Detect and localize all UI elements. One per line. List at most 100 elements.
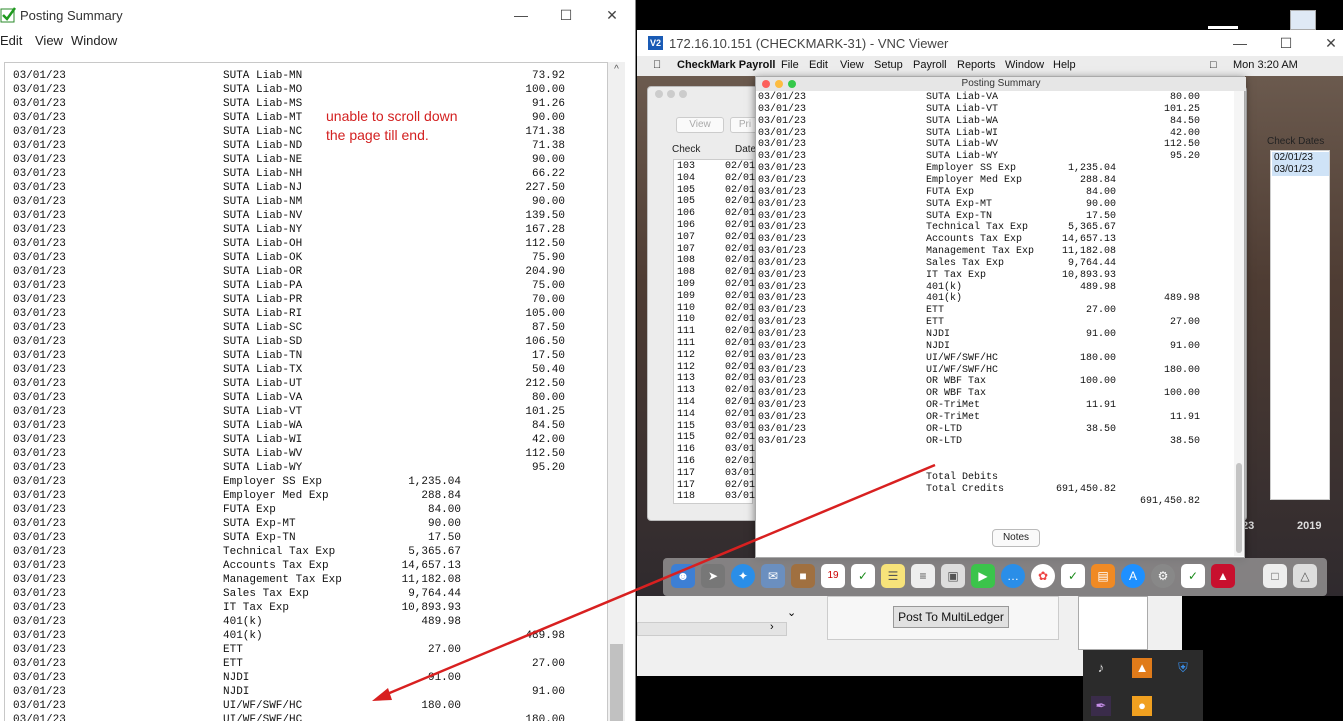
list-item[interactable]: 104 02/01 — [677, 173, 755, 185]
vnc-maximize-button[interactable]: ☐ — [1271, 32, 1301, 54]
defender-icon[interactable]: ⛨ — [1173, 658, 1193, 678]
table-row[interactable]: 03/01/23 SUTA Liab-RI 105.00 — [5, 307, 605, 321]
table-row[interactable]: 03/01/23 SUTA Liab-WI 42.00 — [756, 128, 1226, 140]
safari-icon[interactable]: ✦ — [731, 564, 755, 588]
menu-view[interactable]: View — [35, 33, 63, 48]
list-item[interactable]: 115 02/01 — [677, 432, 755, 444]
menu-window[interactable]: Window — [71, 33, 117, 48]
mail-icon[interactable]: ✉ — [761, 564, 785, 588]
contacts-icon[interactable]: ■ — [791, 564, 815, 588]
table-row[interactable]: 03/01/23 OR-LTD 38.50 — [756, 424, 1226, 436]
feather-icon[interactable]: ✒ — [1091, 696, 1111, 716]
checkmark-payroll-icon[interactable]: ✓ — [1061, 564, 1085, 588]
messages-icon[interactable]: … — [1001, 564, 1025, 588]
table-row[interactable]: 03/01/23 Sales Tax Exp 9,764.44 — [5, 587, 605, 601]
table-row[interactable]: 03/01/23 SUTA Liab-NY 167.28 — [5, 223, 605, 237]
table-row[interactable]: 03/01/23 ETT 27.00 — [5, 643, 605, 657]
menu-edit[interactable]: Edit — [0, 33, 22, 48]
table-row[interactable]: 03/01/23 UI/WF/SWF/HC 180.00 — [5, 713, 605, 721]
launchpad-icon[interactable]: ➤ — [701, 564, 725, 588]
menu-view[interactable]: View — [840, 59, 864, 71]
table-row[interactable]: 03/01/23 Employer Med Exp 288.84 — [5, 489, 605, 503]
minimize-dot[interactable] — [775, 80, 783, 88]
table-row[interactable]: 03/01/23 SUTA Liab-NH 66.22 — [5, 167, 605, 181]
table-row[interactable]: 03/01/23 UI/WF/SWF/HC 180.00 — [5, 699, 605, 713]
table-row[interactable]: 03/01/23 Management Tax Exp 11,182.08 — [756, 246, 1226, 258]
list-item[interactable]: 117 02/01 — [677, 480, 755, 492]
table-row[interactable]: 03/01/23 SUTA Liab-VT 101.25 — [756, 104, 1226, 116]
table-row[interactable]: 03/01/23 SUTA Liab-MO 100.00 — [5, 83, 605, 97]
list-item[interactable]: 112 02/01 — [677, 362, 755, 374]
zoom-dot[interactable] — [788, 80, 796, 88]
minimize-dot[interactable] — [667, 90, 675, 98]
table-row[interactable]: 03/01/23 SUTA Liab-MN 73.92 — [5, 69, 605, 83]
list-item[interactable]: 106 02/01 — [677, 208, 755, 220]
list-item[interactable]: 110 02/01 — [677, 303, 755, 315]
table-row[interactable]: 03/01/23 FUTA Exp 84.00 — [756, 187, 1226, 199]
table-row[interactable]: 03/01/23 SUTA Liab-WI 42.00 — [5, 433, 605, 447]
list-item[interactable]: 106 02/01 — [677, 220, 755, 232]
close-button[interactable]: ✕ — [597, 4, 627, 26]
notes-button[interactable]: Notes — [992, 529, 1040, 547]
list-item[interactable]: 114 02/01 — [677, 409, 755, 421]
table-row[interactable]: 03/01/23 SUTA Exp-TN 17.50 — [756, 211, 1226, 223]
list-item[interactable]: 108 02/01 — [677, 255, 755, 267]
menu-payroll[interactable]: Payroll — [913, 59, 947, 71]
table-row[interactable]: 03/01/23 SUTA Liab-NE 90.00 — [5, 153, 605, 167]
menu-file[interactable]: File — [781, 59, 799, 71]
table-row[interactable]: 03/01/23 FUTA Exp 84.00 — [5, 503, 605, 517]
table-row[interactable]: 03/01/23 401(k) 489.98 — [756, 293, 1226, 305]
chevron-down-icon[interactable]: ⌄ — [787, 606, 796, 619]
notes-icon[interactable]: ☰ — [881, 564, 905, 588]
desktop-shortcut-icon[interactable] — [1290, 10, 1316, 30]
books-icon[interactable]: ▤ — [1091, 564, 1115, 588]
table-row[interactable]: 03/01/23 OR WBF Tax 100.00 — [756, 376, 1226, 388]
list-item[interactable]: 107 02/01 — [677, 244, 755, 256]
menu-app[interactable]: CheckMark Payroll — [677, 59, 775, 71]
list-item[interactable]: 117 03/01 — [677, 468, 755, 480]
table-row[interactable]: 03/01/23 Employer Med Exp 288.84 — [756, 175, 1226, 187]
system-preferences-icon[interactable]: ⚙ — [1151, 564, 1175, 588]
table-row[interactable]: 03/01/23 Employer SS Exp 1,235.04 — [5, 475, 605, 489]
table-row[interactable]: 03/01/23 NJDI 91.00 — [5, 685, 605, 699]
table-row[interactable]: 03/01/23 OR-LTD 38.50 — [756, 436, 1226, 448]
list-item[interactable]: 107 02/01 — [677, 232, 755, 244]
table-row[interactable]: 03/01/23 SUTA Exp-MT 90.00 — [756, 199, 1226, 211]
table-row[interactable]: 03/01/23 SUTA Liab-NC 171.38 — [5, 125, 605, 139]
calendar-icon[interactable]: 19 — [821, 564, 845, 588]
table-row[interactable]: 03/01/23 Employer SS Exp 1,235.04 — [756, 163, 1226, 175]
table-row[interactable]: 03/01/23 Management Tax Exp 11,182.08 — [5, 573, 605, 587]
table-row[interactable]: 03/01/23 SUTA Liab-TN 17.50 — [5, 349, 605, 363]
app-tray-icon[interactable]: ▲ — [1132, 658, 1152, 678]
table-row[interactable]: 03/01/23 Accounts Tax Exp 14,657.13 — [5, 559, 605, 573]
list-item[interactable]: 116 02/01 — [677, 456, 755, 468]
table-row[interactable]: 03/01/23 SUTA Liab-WA 84.50 — [5, 419, 605, 433]
table-row[interactable]: 03/01/23 SUTA Liab-OK 75.90 — [5, 251, 605, 265]
preview-icon[interactable]: ▣ — [941, 564, 965, 588]
list-item[interactable]: 103 02/01 — [677, 161, 755, 173]
list-item[interactable]: 108 02/01 — [677, 267, 755, 279]
scroll-right-icon[interactable]: › — [770, 621, 774, 633]
table-row[interactable]: 03/01/23 SUTA Liab-VA 80.00 — [5, 391, 605, 405]
table-row[interactable]: 03/01/23 OR-TriMet 11.91 — [756, 412, 1226, 424]
list-item[interactable]: 109 02/01 — [677, 279, 755, 291]
post-to-multiledger-button[interactable]: Post To MultiLedger — [893, 606, 1009, 628]
table-row[interactable]: 03/01/23 OR-TriMet 11.91 — [756, 400, 1226, 412]
table-row[interactable]: 03/01/23 SUTA Liab-MT 90.00 — [5, 111, 605, 125]
table-row[interactable]: 03/01/23 SUTA Liab-NM 90.00 — [5, 195, 605, 209]
table-row[interactable]: 03/01/23 Technical Tax Exp 5,365.67 — [5, 545, 605, 559]
list-item[interactable]: 111 02/01 — [677, 338, 755, 350]
list-item[interactable]: 116 03/01 — [677, 444, 755, 456]
table-row[interactable]: 03/01/23 SUTA Liab-MS 91.26 — [5, 97, 605, 111]
table-row[interactable]: 03/01/23 SUTA Liab-PA 75.00 — [5, 279, 605, 293]
table-row[interactable]: 03/01/23 SUTA Exp-MT 90.00 — [5, 517, 605, 531]
list-item[interactable]: 109 02/01 — [677, 291, 755, 303]
table-row[interactable]: 03/01/23 SUTA Liab-OH 112.50 — [5, 237, 605, 251]
reminders-icon[interactable]: ≡ — [911, 564, 935, 588]
check-date-item[interactable]: 02/01/23 — [1272, 152, 1329, 164]
facetime-icon[interactable]: ▶ — [971, 564, 995, 588]
list-item[interactable]: 113 02/01 — [677, 385, 755, 397]
checkmark-1099-icon[interactable]: ✓ — [851, 564, 875, 588]
scroll-thumb[interactable] — [1236, 463, 1242, 553]
table-row[interactable]: 03/01/23 SUTA Liab-VT 101.25 — [5, 405, 605, 419]
